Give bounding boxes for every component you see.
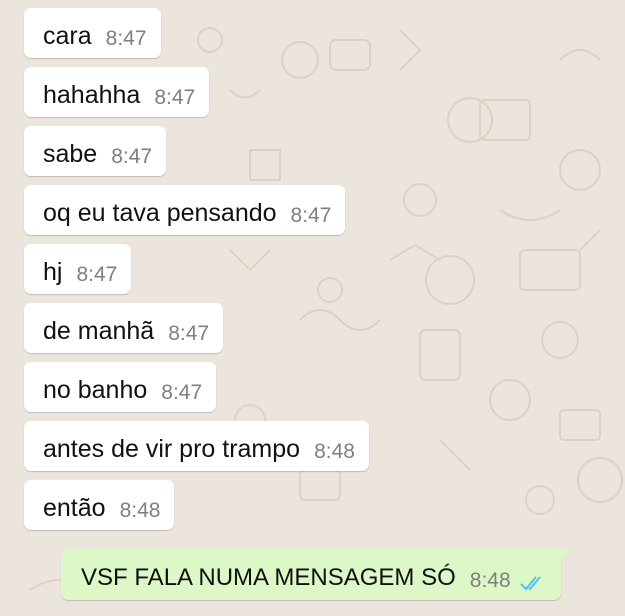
message-text: então	[43, 494, 106, 522]
message-timestamp: 8:48	[314, 440, 355, 463]
message-text: cara	[43, 22, 92, 50]
message-timestamp: 8:48	[469, 569, 511, 592]
message-text: hj	[43, 258, 63, 286]
message-timestamp: 8:47	[290, 204, 332, 227]
incoming-message-bubble[interactable]: hj 8:47	[24, 244, 132, 294]
message-timestamp: 8:47	[76, 263, 118, 286]
incoming-message-bubble[interactable]: antes de vir pro trampo 8:48	[24, 421, 369, 471]
message-timestamp: 8:47	[105, 27, 147, 50]
incoming-message-bubble[interactable]: oq eu tava pensando 8:47	[24, 185, 346, 235]
message-text: antes de vir pro trampo	[43, 435, 301, 463]
message-timestamp: 8:47	[161, 381, 203, 404]
message-timestamp: 8:47	[154, 86, 196, 109]
message-text: VSF FALA NUMA MENSAGEM SÓ	[81, 564, 456, 591]
message-timestamp: 8:48	[119, 499, 161, 522]
message-text: no banho	[43, 376, 148, 404]
incoming-message-bubble[interactable]: no banho 8:47	[24, 362, 217, 412]
incoming-message-bubble[interactable]: hahahha 8:47	[24, 67, 210, 117]
message-timestamp: 8:47	[168, 322, 210, 345]
double-check-read-icon	[519, 576, 541, 591]
incoming-message-bubble[interactable]: cara 8:47	[24, 8, 161, 58]
message-text: de manhã	[43, 317, 155, 345]
message-text: sabe	[43, 140, 98, 168]
incoming-message-bubble[interactable]: sabe 8:47	[24, 126, 167, 176]
outgoing-message-bubble[interactable]: VSF FALA NUMA MENSAGEM SÓ 8:48	[61, 550, 570, 600]
incoming-message-bubble[interactable]: então 8:48	[24, 480, 175, 530]
message-text: hahahha	[43, 81, 141, 109]
message-text: oq eu tava pensando	[43, 199, 277, 227]
chat-conversation: cara 8:47 hahahha 8:47 sabe 8:47 oq eu t…	[0, 0, 625, 616]
message-timestamp: 8:47	[111, 145, 153, 168]
incoming-message-bubble[interactable]: de manhã 8:47	[24, 303, 224, 353]
